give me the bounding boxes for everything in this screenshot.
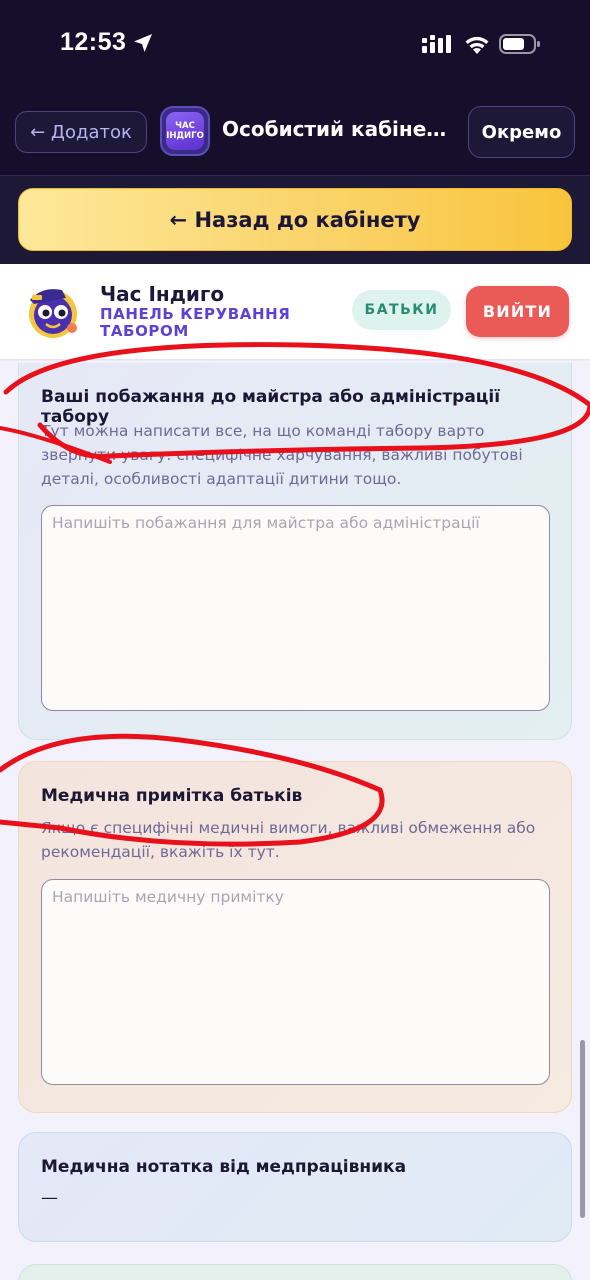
back-bar: ← Назад до кабінету [0, 176, 590, 264]
page-title: Особистий кабінет к... [222, 117, 454, 141]
app-logo-icon: ЧАС ІНДИГО [160, 106, 210, 156]
mascot-logo-icon [29, 289, 77, 338]
nurse-note-value: — [41, 1188, 58, 1208]
nurse-note-title: Медична нотатка від медпрацівника [41, 1157, 407, 1177]
app-logo-text-line2: ІНДИГО [166, 131, 204, 141]
cellular-signal-icon [422, 35, 451, 53]
app-logo-text-line1: ЧАС [175, 121, 195, 131]
app-nav-row: ← Додаток ЧАС ІНДИГО Особистий кабінет к… [0, 104, 590, 160]
open-separately-button[interactable]: Окремо [468, 106, 575, 158]
brand-subtitle: ПАНЕЛЬ КЕРУВАННЯ ТАБОРОМ [100, 305, 291, 340]
wishes-textarea[interactable] [41, 505, 550, 711]
wifi-icon [465, 36, 489, 54]
status-bar: 12:53 [0, 0, 590, 90]
wishes-description: Тут можна написати все, на що команді та… [41, 422, 523, 488]
location-arrow-icon [134, 34, 152, 52]
camp-header: Час Індиго ПАНЕЛЬ КЕРУВАННЯ ТАБОРОМ БАТЬ… [0, 264, 590, 360]
medical-note-title: Медична примітка батьків [41, 786, 303, 806]
brand-name: Час Індиго [100, 282, 225, 306]
main-content[interactable]: Ваші побажання до майстра або адміністра… [0, 361, 590, 1280]
wishes-card: Ваші побажання до майстра або адміністра… [18, 363, 572, 740]
nurse-note-card: Медична нотатка від медпрацівника — [18, 1132, 572, 1242]
back-to-cabinet-button[interactable]: ← Назад до кабінету [18, 188, 572, 251]
medical-note-description: Якщо є специфічні медичні вимоги, важлив… [41, 819, 536, 861]
scrollbar[interactable] [580, 1040, 585, 1218]
top-bar: 12:53 ← Додаток ЧАС ІНДИГО Особистий каб… [0, 0, 590, 176]
status-time: 12:53 [60, 28, 127, 56]
next-card [18, 1264, 572, 1280]
battery-icon [499, 34, 540, 54]
medical-note-textarea[interactable] [41, 879, 550, 1085]
role-badge: БАТЬКИ [352, 290, 451, 330]
medical-note-card: Медична примітка батьків Якщо є специфіч… [18, 761, 572, 1113]
back-to-app-button[interactable]: ← Додаток [15, 111, 147, 153]
logout-button[interactable]: ВИЙТИ [466, 286, 569, 337]
